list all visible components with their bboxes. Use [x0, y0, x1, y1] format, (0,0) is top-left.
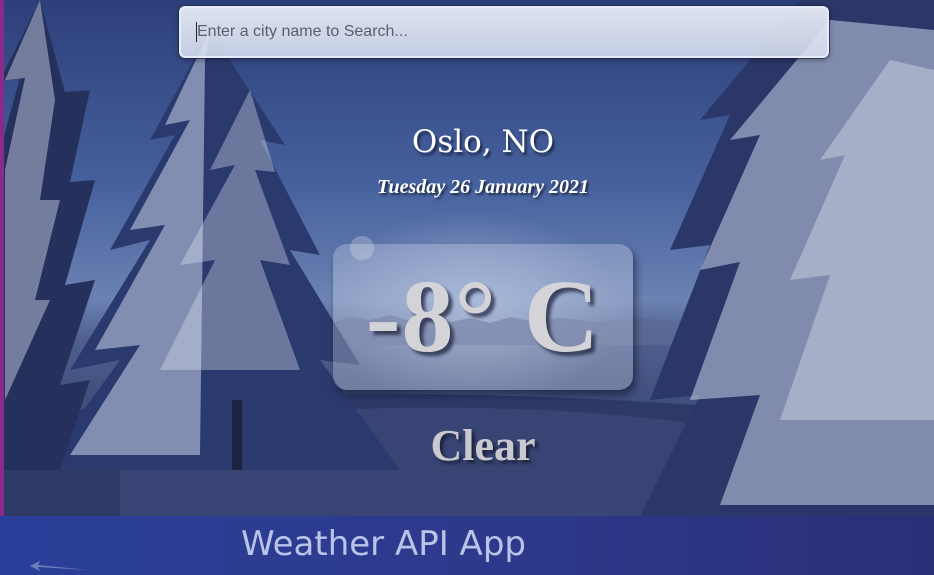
app-title: Weather API App	[241, 524, 526, 564]
arrow-icon	[30, 561, 88, 571]
temperature-box: -8° C	[333, 244, 633, 390]
temperature-value: -8° C	[365, 259, 601, 374]
weather-condition: Clear	[430, 421, 536, 470]
footer-banner: Weather API App	[0, 516, 934, 575]
weather-app-screen: Oslo, NO Tuesday 26 January 2021 -8° C C…	[0, 0, 934, 575]
city-search-input[interactable]	[197, 18, 807, 46]
current-date: Tuesday 26 January 2021	[376, 176, 590, 198]
search-caret	[196, 22, 197, 42]
search-bar[interactable]	[179, 6, 829, 58]
location-title: Oslo, NO	[411, 124, 555, 160]
